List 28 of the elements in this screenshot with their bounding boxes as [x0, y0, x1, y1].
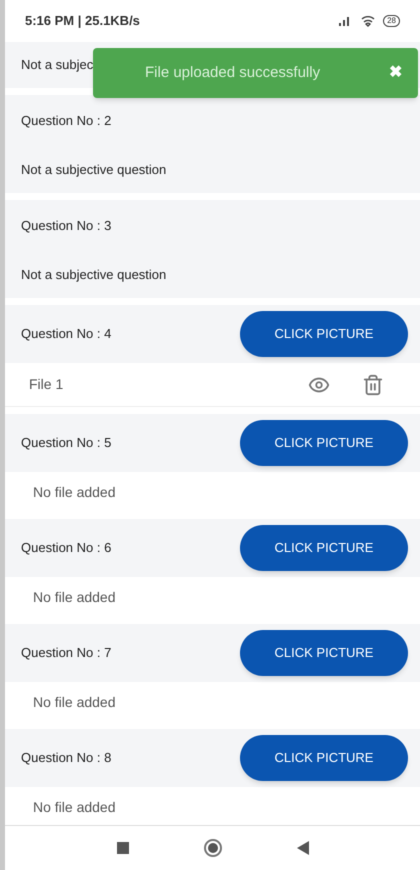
question-title: Question No : 5	[21, 434, 112, 452]
question-text: Not a subjec	[21, 56, 94, 74]
click-picture-button[interactable]: CLICK PICTURE	[240, 735, 408, 781]
click-picture-button[interactable]: CLICK PICTURE	[240, 630, 408, 676]
question-title: Question No : 6	[21, 539, 112, 558]
question-title: Question No : 4	[21, 325, 112, 344]
status-time: 5:16 PM | 25.1KB/s	[25, 12, 140, 30]
question-title: Question No : 8	[21, 749, 112, 768]
empty-message: No file added	[33, 798, 116, 816]
empty-message: No file added	[33, 482, 116, 502]
click-picture-button[interactable]: CLICK PICTURE	[240, 420, 408, 466]
file-name: File 1	[29, 375, 64, 394]
click-picture-button[interactable]: CLICK PICTURE	[240, 311, 408, 357]
trash-icon[interactable]	[362, 374, 384, 396]
empty-message: No file added	[33, 692, 116, 712]
recent-apps-icon[interactable]	[116, 842, 128, 854]
question-title: Question No : 2	[21, 112, 112, 130]
wifi-icon	[361, 15, 376, 27]
empty-message: No file added	[33, 588, 116, 606]
question-title: Question No : 7	[21, 644, 112, 662]
toast-message: File uploaded successfully	[145, 62, 320, 83]
click-picture-button[interactable]: CLICK PICTURE	[240, 525, 408, 571]
question-text: Not a subjective question	[21, 161, 166, 180]
back-icon[interactable]	[296, 841, 308, 855]
home-icon[interactable]	[204, 839, 222, 857]
question-text: Not a subjective question	[21, 266, 166, 284]
question-title: Question No : 3	[21, 217, 112, 236]
battery-icon: 28	[383, 15, 400, 27]
